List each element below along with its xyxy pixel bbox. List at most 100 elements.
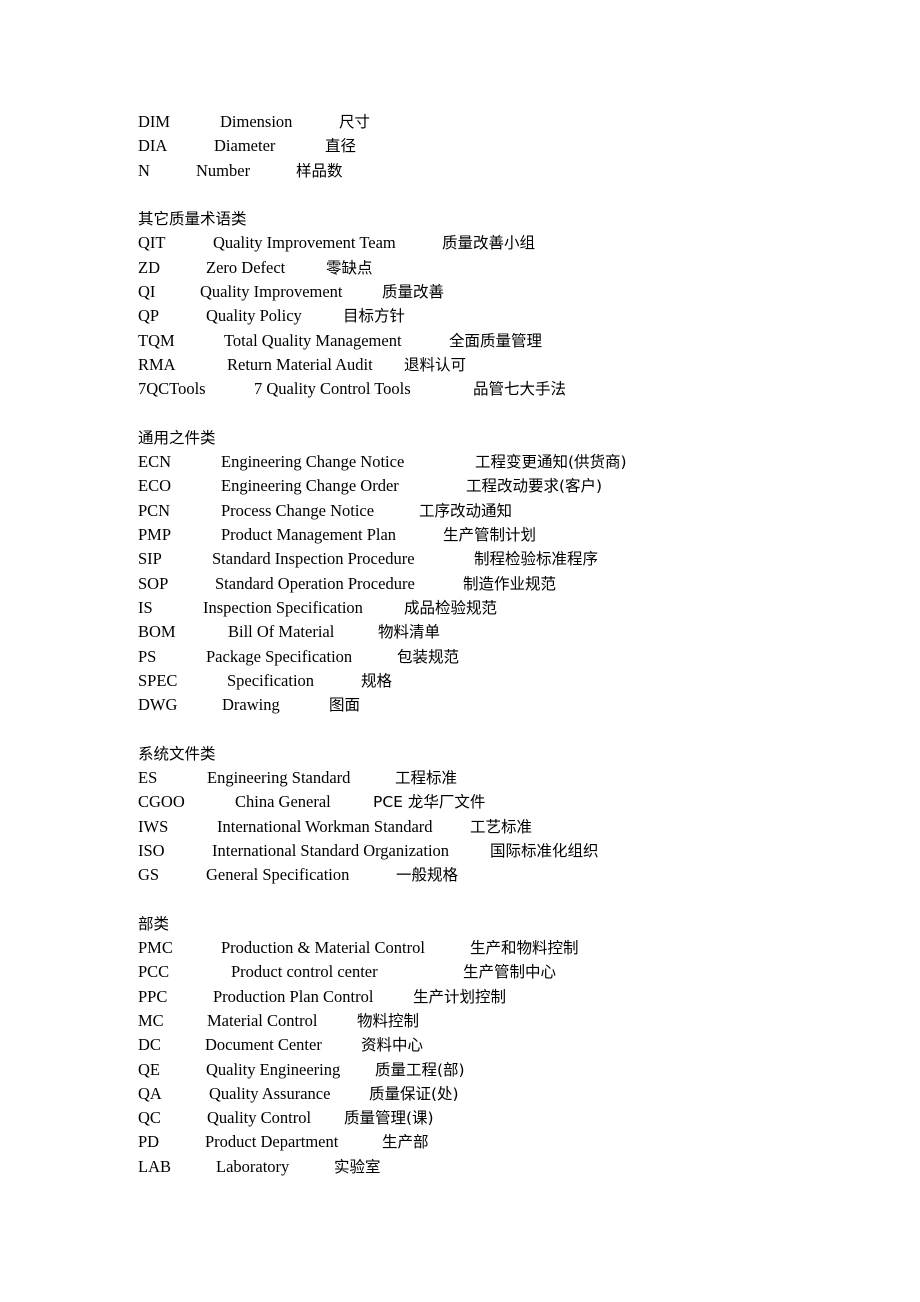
entry-english-term: Total Quality Management [224,330,402,350]
glossary-entry-row: SIP Standard Inspection Procedure 制程检验标准程序 [138,547,878,571]
entry-abbreviation: SOP [138,573,169,593]
glossary-entry-row: SOP Standard Operation Procedure 制造作业规范 [138,572,878,596]
entry-english-term: Engineering Change Order [221,476,399,496]
entry-chinese-term: 生产管制中心 [463,963,557,982]
entry-abbreviation: QC [138,1108,161,1128]
entry-abbreviation: SPEC [138,670,178,690]
entry-chinese-term: 质量保证(处) [369,1084,459,1103]
entry-abbreviation: ECN [138,452,171,472]
glossary-entry-row: GS General Specification 一般规格 [138,863,878,887]
glossary-entry-row: QP Quality Policy 目标方针 [138,304,878,328]
entry-chinese-term: 退料认可 [404,355,467,374]
entry-abbreviation: PMP [138,525,172,545]
entry-abbreviation: RMA [138,354,176,374]
entry-chinese-term: 包装规范 [397,647,460,666]
entry-chinese-term: 规格 [361,671,393,690]
entry-chinese-term: 直径 [325,137,357,156]
glossary-entry-row: ZD Zero Defect 零缺点 [138,256,878,280]
entry-english-term: Number [196,160,251,180]
entry-english-term: 7 Quality Control Tools [254,379,411,399]
section-heading: 部类 [138,914,170,933]
glossary-entry-row: BOM Bill Of Material 物料清单 [138,620,878,644]
entry-english-term: Production Plan Control [213,986,374,1006]
glossary-entry-row: RMA Return Material Audit 退料认可 [138,353,878,377]
entry-abbreviation: QIT [138,233,166,253]
entry-chinese-term: 品管七大手法 [473,380,567,399]
glossary-entry-row: IS Inspection Specification 成品检验规范 [138,596,878,620]
entry-english-term: Quality Engineering [206,1059,341,1079]
glossary-entry-row: LAB Laboratory 实验室 [138,1155,878,1179]
entry-abbreviation: PCN [138,500,171,520]
entry-english-term: Standard Inspection Procedure [212,549,415,569]
entry-chinese-term: 生产和物料控制 [470,939,579,958]
entry-abbreviation: DIM [138,112,171,131]
entry-chinese-term: 生产计划控制 [413,987,507,1006]
entry-chinese-term: 质量工程(部) [375,1060,465,1079]
glossary-body: DIM Dimension 尺寸 DIA Diameter 直径 N Number 样品数 其它… [138,110,878,1179]
entry-chinese-term: 样品数 [296,161,343,180]
entry-abbreviation: DIA [138,136,168,156]
entry-abbreviation: PCC [138,962,170,982]
glossary-entry-row: PD Product Department 生产部 [138,1130,878,1154]
glossary-entry-row: CGOO China General PCE 龙华厂文件 [138,790,878,814]
entry-english-term: International Standard Organization [212,840,450,860]
entry-abbreviation: IS [138,597,153,617]
glossary-entry-row: DIA Diameter 直径 [138,134,878,158]
entry-chinese-term: 工程标准 [395,769,458,788]
entry-english-term: Package Specification [206,646,353,666]
glossary-entry-row: PPC Production Plan Control 生产计划控制 [138,985,878,1009]
entry-chinese-term: 工艺标准 [470,817,533,836]
entry-english-term: Standard Operation Procedure [215,573,415,593]
entry-chinese-term: 生产管制计划 [443,526,537,545]
entry-chinese-term: 零缺点 [326,258,373,277]
entry-english-term: Quality Policy [206,306,302,326]
entry-chinese-term: 一般规格 [396,866,459,885]
entry-english-term: Product control center [231,962,378,982]
glossary-entry-row: 7QCTools 7 Quality Control Tools 品管七大手法 [138,377,878,401]
entry-chinese-term: PCE 龙华厂文件 [373,793,486,812]
glossary-entry-row: PS Package Specification 包装规范 [138,645,878,669]
entry-chinese-term: 物料清单 [378,623,441,642]
entry-abbreviation: QI [138,282,156,302]
entry-english-term: Material Control [207,1010,318,1030]
entry-chinese-term: 工程改动要求(客户) [466,477,603,496]
entry-english-term: Quality Control [207,1108,312,1128]
entry-abbreviation: TQM [138,330,175,350]
glossary-entry-row: MC Material Control 物料控制 [138,1009,878,1033]
entry-abbreviation: DWG [138,695,178,715]
entry-abbreviation: PS [138,646,157,666]
section-heading: 其它质量术语类 [138,210,247,229]
entry-abbreviation: QP [138,306,160,326]
entry-english-term: Quality Improvement [200,282,343,302]
glossary-section: 其它质量术语类 QIT Quality Improvement Team 质量改善小组… [138,183,878,402]
entry-chinese-term: 目标方针 [343,307,406,326]
glossary-entry-row: ECN Engineering Change Notice 工程变更通知(供货商) [138,450,878,474]
entry-chinese-term: 生产部 [382,1133,429,1152]
glossary-entry-row: DC Document Center 资料中心 [138,1033,878,1057]
glossary-entry-row: ES Engineering Standard 工程标准 [138,766,878,790]
section-heading: 系统文件类 [138,744,216,763]
entry-abbreviation: QA [138,1083,162,1103]
entry-english-term: Engineering Change Notice [221,452,405,472]
entry-abbreviation: CGOO [138,792,185,812]
entry-chinese-term: 成品检验规范 [404,598,498,617]
entry-abbreviation: BOM [138,622,176,642]
entry-chinese-term: 物料控制 [357,1011,420,1030]
entry-abbreviation: PD [138,1132,160,1152]
glossary-entry-row: ECO Engineering Change Order 工程改动要求(客户) [138,474,878,498]
entry-abbreviation: PPC [138,986,168,1006]
entry-chinese-term: 图面 [329,696,361,715]
entry-abbreviation: N [138,160,150,180]
entry-abbreviation: ISO [138,840,165,860]
entry-english-term: Process Change Notice [221,500,375,520]
entry-abbreviation: SIP [138,549,162,569]
entry-abbreviation: IWS [138,816,169,836]
entry-english-term: Engineering Standard [207,768,351,788]
entry-english-term: China General [235,792,331,812]
entry-abbreviation: ECO [138,476,171,496]
glossary-entry-row: QE Quality Engineering 质量工程(部) [138,1058,878,1082]
entry-english-term: Diameter [214,136,276,156]
